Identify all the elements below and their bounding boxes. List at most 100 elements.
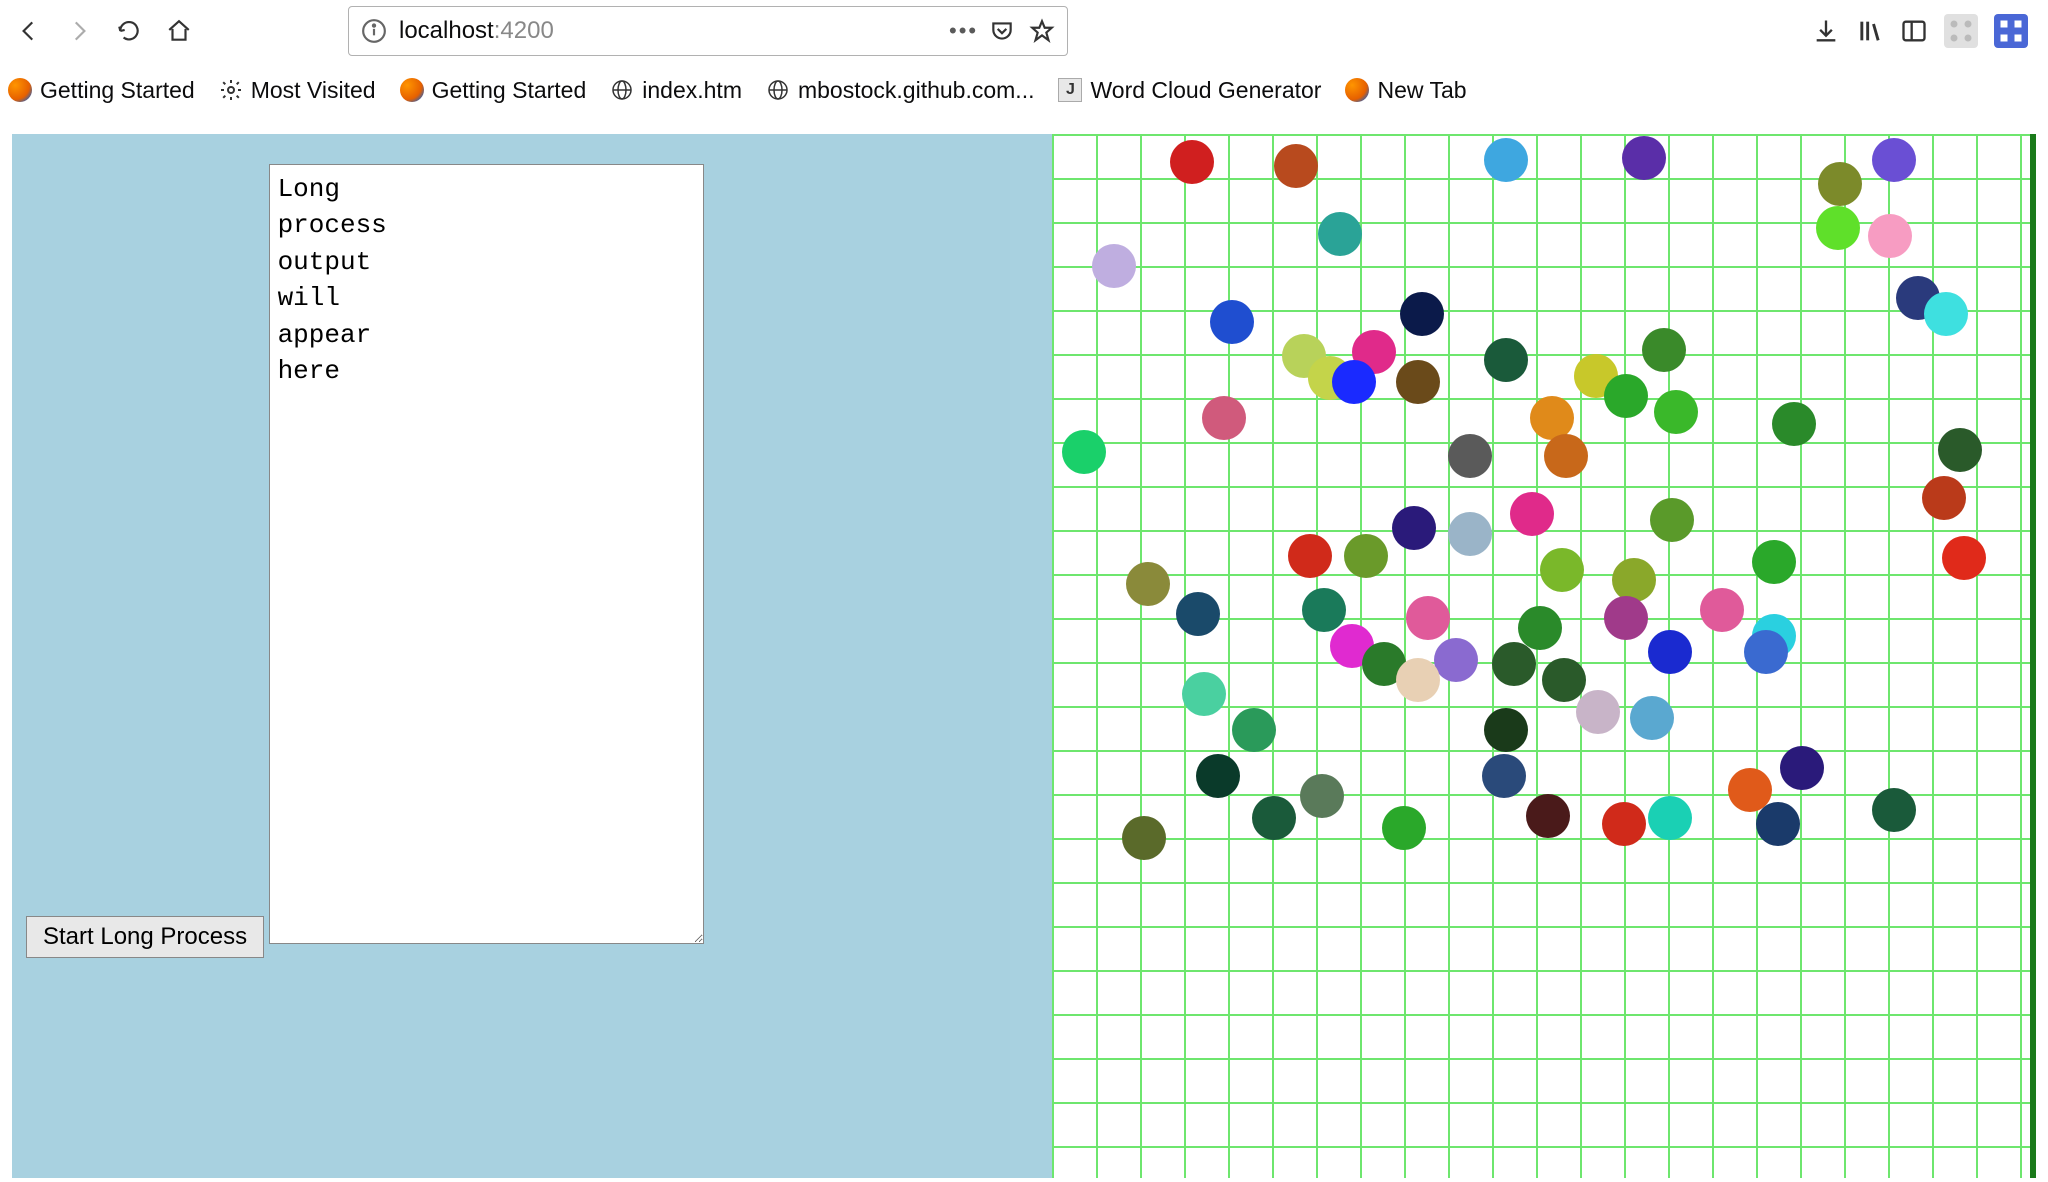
page-actions-icon[interactable]: ••• (949, 18, 975, 44)
data-point-circle (1744, 630, 1788, 674)
data-point-circle (1576, 690, 1620, 734)
data-point-circle (1484, 338, 1528, 382)
output-textarea[interactable] (269, 164, 704, 944)
data-point-circle (1448, 434, 1492, 478)
bookmark-most-visited[interactable]: Most Visited (219, 77, 376, 104)
left-panel: Start Long Process (12, 134, 1052, 1178)
data-point-circle (1092, 244, 1136, 288)
bookmark-label: Getting Started (40, 77, 195, 104)
extension-icon-1[interactable] (1944, 14, 1978, 48)
data-point-circle (1604, 374, 1648, 418)
bookmark-label: Getting Started (432, 77, 587, 104)
data-point-circle (1772, 402, 1816, 446)
data-point-circle (1170, 140, 1214, 184)
bookmark-mbostock[interactable]: mbostock.github.com... (766, 77, 1035, 104)
extension-icon-2[interactable] (1994, 14, 2028, 48)
data-point-circle (1642, 328, 1686, 372)
home-button[interactable] (158, 10, 200, 52)
bookmark-label: index.htm (642, 77, 742, 104)
firefox-icon (8, 78, 32, 102)
data-point-circle (1252, 796, 1296, 840)
refresh-button[interactable] (108, 10, 150, 52)
pocket-icon[interactable] (989, 18, 1015, 44)
data-point-circle (1604, 596, 1648, 640)
globe-icon (610, 78, 634, 102)
library-icon[interactable] (1856, 17, 1884, 45)
data-point-circle (1318, 212, 1362, 256)
data-point-circle (1872, 788, 1916, 832)
data-point-circle (1518, 606, 1562, 650)
data-point-circle (1868, 214, 1912, 258)
bookmark-label: Word Cloud Generator (1090, 77, 1321, 104)
data-point-circle (1182, 672, 1226, 716)
bookmark-label: mbostock.github.com... (798, 77, 1035, 104)
data-point-circle (1924, 292, 1968, 336)
data-point-circle (1396, 658, 1440, 702)
data-point-circle (1126, 562, 1170, 606)
data-point-circle (1612, 558, 1656, 602)
data-point-circle (1922, 476, 1966, 520)
data-point-circle (1196, 754, 1240, 798)
data-point-circle (1300, 774, 1344, 818)
data-point-circle (1602, 802, 1646, 846)
data-point-circle (1938, 428, 1982, 472)
data-point-circle (1302, 588, 1346, 632)
data-point-circle (1648, 630, 1692, 674)
bookmark-getting-started-2[interactable]: Getting Started (400, 77, 587, 104)
url-bar[interactable]: localhost:4200 ••• (348, 6, 1068, 56)
downloads-icon[interactable] (1812, 17, 1840, 45)
data-point-circle (1210, 300, 1254, 344)
data-point-circle (1406, 596, 1450, 640)
bookmark-label: New Tab (1377, 77, 1466, 104)
data-point-circle (1202, 396, 1246, 440)
data-point-circle (1176, 592, 1220, 636)
forward-button[interactable] (58, 10, 100, 52)
data-point-circle (1700, 588, 1744, 632)
data-point-circle (1332, 360, 1376, 404)
star-icon[interactable] (1029, 18, 1055, 44)
bookmarks-bar: Getting Started Most Visited Getting Sta… (0, 62, 2048, 118)
data-point-circle (1622, 136, 1666, 180)
data-point-circle (1818, 162, 1862, 206)
data-point-circle (1510, 492, 1554, 536)
data-point-circle (1448, 512, 1492, 556)
data-point-circle (1344, 534, 1388, 578)
globe-icon (766, 78, 790, 102)
data-point-circle (1274, 144, 1318, 188)
data-point-circle (1232, 708, 1276, 752)
data-point-circle (1400, 292, 1444, 336)
data-point-circle (1062, 430, 1106, 474)
bookmark-word-cloud[interactable]: J Word Cloud Generator (1058, 77, 1321, 104)
data-point-circle (1492, 642, 1536, 686)
sidebar-icon[interactable] (1900, 17, 1928, 45)
gear-icon (219, 78, 243, 102)
data-point-circle (1484, 708, 1528, 752)
url-text: localhost:4200 (399, 17, 937, 45)
data-point-circle (1544, 434, 1588, 478)
data-point-circle (1392, 506, 1436, 550)
data-point-circle (1434, 638, 1478, 682)
page-content: Start Long Process (0, 118, 2048, 1178)
bookmark-new-tab[interactable]: New Tab (1345, 77, 1466, 104)
data-point-circle (1756, 802, 1800, 846)
visualization-panel (1052, 134, 2036, 1178)
data-point-circle (1396, 360, 1440, 404)
data-point-circle (1752, 540, 1796, 584)
data-point-circle (1630, 696, 1674, 740)
data-point-circle (1816, 206, 1860, 250)
back-button[interactable] (8, 10, 50, 52)
bookmark-index-htm[interactable]: index.htm (610, 77, 742, 104)
data-point-circle (1780, 746, 1824, 790)
start-long-process-button[interactable]: Start Long Process (26, 916, 264, 958)
data-point-circle (1728, 768, 1772, 812)
data-point-circle (1650, 498, 1694, 542)
firefox-icon (400, 78, 424, 102)
data-point-circle (1542, 658, 1586, 702)
data-point-circle (1648, 796, 1692, 840)
j-icon: J (1058, 78, 1082, 102)
data-point-circle (1288, 534, 1332, 578)
bookmark-label: Most Visited (251, 77, 376, 104)
data-point-circle (1526, 794, 1570, 838)
info-icon (361, 18, 387, 44)
bookmark-getting-started-1[interactable]: Getting Started (8, 77, 195, 104)
